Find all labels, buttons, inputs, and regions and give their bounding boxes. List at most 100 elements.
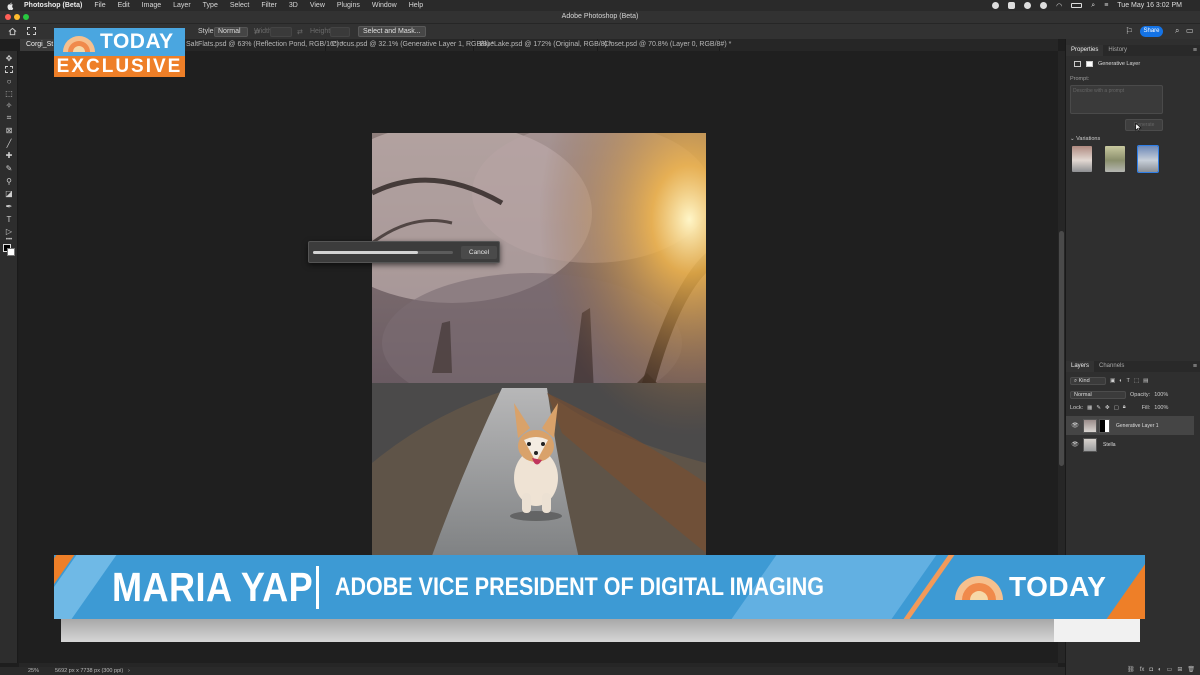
height-field[interactable] (330, 27, 350, 37)
menu-image[interactable]: Image (142, 2, 161, 9)
filter-type-icon[interactable]: T (1127, 378, 1130, 384)
move-tool-icon[interactable]: ✥ (4, 54, 14, 63)
generate-button[interactable]: Generate (1125, 119, 1163, 131)
corgi-photo[interactable] (372, 133, 706, 613)
zoom-level[interactable]: 25% (28, 667, 39, 675)
layers-menu-icon[interactable]: ≡ (1193, 361, 1197, 372)
group-icon[interactable]: ▭ (1167, 665, 1173, 675)
crop-tool-icon[interactable]: ⌗ (4, 113, 14, 122)
variation-thumbnail[interactable] (1072, 146, 1092, 172)
rect-marquee-icon[interactable] (27, 27, 36, 35)
trash-icon[interactable]: 🗑︎ (1187, 665, 1195, 675)
menu-type[interactable]: Type (203, 2, 218, 9)
tab-crocus[interactable]: Crocus.psd @ 32.1% (Generative Layer 1, … (326, 39, 494, 51)
prompt-input[interactable]: Describe with a prompt (1070, 85, 1163, 114)
width-field[interactable] (270, 27, 292, 37)
lock-pixels-icon[interactable]: ✎ (1096, 405, 1101, 411)
menu-layer[interactable]: Layer (173, 2, 191, 9)
layer-name[interactable]: Generative Layer 1 (1116, 423, 1159, 429)
tab-properties[interactable]: Properties (1066, 45, 1104, 56)
filter-pixel-icon[interactable]: ▣ (1110, 378, 1115, 384)
hand-tool-icon[interactable] (3, 201, 13, 210)
link-layers-icon[interactable]: ⛓︎ (1127, 665, 1135, 675)
magic-wand-tool-icon[interactable]: ✧ (4, 101, 14, 110)
blend-mode-select[interactable]: Normal (1070, 391, 1126, 399)
style-select[interactable]: Normal (214, 27, 248, 37)
battery-icon[interactable] (1071, 3, 1083, 8)
zoom-tool-icon[interactable] (3, 214, 13, 223)
fx-icon[interactable]: fx (1140, 665, 1145, 675)
filter-shape-icon[interactable]: ⬚ (1134, 378, 1139, 384)
menu-app-name[interactable]: Photoshop (Beta) (24, 2, 82, 9)
variations-list (1072, 145, 1159, 173)
visibility-eye-icon[interactable]: 👁︎ (1070, 441, 1080, 448)
camera-icon[interactable] (1008, 2, 1016, 9)
opacity-value[interactable]: 100% (1154, 392, 1168, 398)
clone-stamp-tool-icon[interactable]: ⚲ (4, 177, 14, 186)
menu-help[interactable]: Help (409, 2, 423, 9)
select-and-mask-button[interactable]: Select and Mask... (358, 26, 426, 37)
panel-layout-icon[interactable]: ▭ (1186, 26, 1194, 35)
chevron-right-icon[interactable]: › (128, 667, 130, 675)
healing-brush-tool-icon[interactable]: ✚ (4, 151, 14, 160)
filter-smart-icon[interactable]: ▤ (1143, 378, 1148, 384)
menu-edit[interactable]: Edit (118, 2, 130, 9)
tab-bluelake[interactable]: BlueLake.psd @ 172% (Original, RGB/8) * (474, 39, 612, 51)
lock-all-icon[interactable]: 🔒︎ (1123, 404, 1126, 411)
variation-thumbnail[interactable] (1105, 146, 1125, 172)
menu-select[interactable]: Select (230, 2, 249, 9)
frame-tool-icon[interactable]: ⊠ (4, 126, 14, 135)
tab-history[interactable]: History (1103, 45, 1132, 56)
search-icon[interactable]: ⌕ (1175, 26, 1179, 36)
visibility-eye-icon[interactable]: 👁︎ (1070, 422, 1080, 429)
layer-row-stella[interactable]: 👁︎ Stella (1066, 435, 1194, 454)
eyedropper-tool-icon[interactable]: ╱ (4, 139, 14, 148)
adjustment-layer-icon[interactable]: ◐ (1158, 665, 1162, 675)
lasso-tool-icon[interactable]: ○ (4, 77, 14, 86)
menu-window[interactable]: Window (372, 2, 397, 9)
wifi-icon[interactable]: ◠ (1056, 2, 1062, 10)
swap-dimensions-icon[interactable]: ⇄ (297, 28, 303, 36)
tab-layers[interactable]: Layers (1066, 361, 1095, 372)
control-center-icon[interactable]: ≡ (1104, 2, 1108, 9)
lock-position-icon[interactable]: ✥ (1105, 405, 1110, 411)
marquee-tool-icon[interactable] (5, 66, 13, 73)
record-icon[interactable] (992, 2, 1000, 9)
path-select-tool-icon[interactable]: ▷ (4, 227, 14, 236)
variation-thumbnail-selected[interactable] (1137, 145, 1159, 173)
layer-name[interactable]: Stella (1103, 442, 1116, 448)
tab-channels[interactable]: Channels (1094, 361, 1129, 372)
apple-icon[interactable] (7, 2, 14, 10)
menu-view[interactable]: View (310, 2, 325, 9)
play-icon[interactable] (1040, 2, 1048, 9)
object-select-tool-icon[interactable]: ⬚ (4, 89, 14, 98)
clock[interactable]: Tue May 16 3:02 PM (1117, 2, 1182, 9)
fill-value[interactable]: 100% (1154, 405, 1168, 411)
brush-tool-icon[interactable]: ✎ (4, 164, 14, 173)
vertical-scroll-thumb[interactable] (1059, 231, 1064, 466)
share-button[interactable]: Share (1140, 26, 1163, 37)
filter-adjustment-icon[interactable]: ◐ (1119, 378, 1122, 384)
background-color-swatch[interactable] (7, 248, 15, 256)
layer-mask-thumbnail[interactable] (1099, 418, 1110, 433)
creative-cloud-icon[interactable] (1024, 2, 1032, 9)
layer-row-generative[interactable]: 👁︎ Generative Layer 1 (1066, 416, 1194, 435)
lock-transparency-icon[interactable]: ▦ (1087, 405, 1092, 411)
panel-menu-icon[interactable]: ≡ (1193, 45, 1197, 56)
cancel-button[interactable]: Cancel (461, 246, 497, 259)
tab-saltflats[interactable]: SaltFlats.psd @ 63% (Reflection Pond, RG… (180, 39, 344, 51)
workspace-icon[interactable]: ⚐ (1125, 26, 1133, 37)
kind-filter-select[interactable]: ⌕ Kind (1070, 377, 1106, 385)
layer-thumbnail (1083, 437, 1097, 452)
menu-file[interactable]: File (94, 2, 105, 9)
menu-plugins[interactable]: Plugins (337, 2, 360, 9)
search-icon[interactable]: ⌕ (1091, 2, 1095, 10)
lock-artboard-icon[interactable]: ▢ (1114, 405, 1119, 411)
tab-closet[interactable]: Closet.psd @ 70.8% (Layer 0, RGB/8#) * (598, 39, 731, 51)
add-mask-icon[interactable]: ◘ (1149, 665, 1153, 675)
new-layer-icon[interactable]: ⊞ (1177, 665, 1182, 675)
menu-filter[interactable]: Filter (261, 2, 277, 9)
eraser-tool-icon[interactable]: ◪ (4, 189, 14, 198)
home-icon[interactable] (8, 27, 17, 36)
menu-3d[interactable]: 3D (289, 2, 298, 9)
